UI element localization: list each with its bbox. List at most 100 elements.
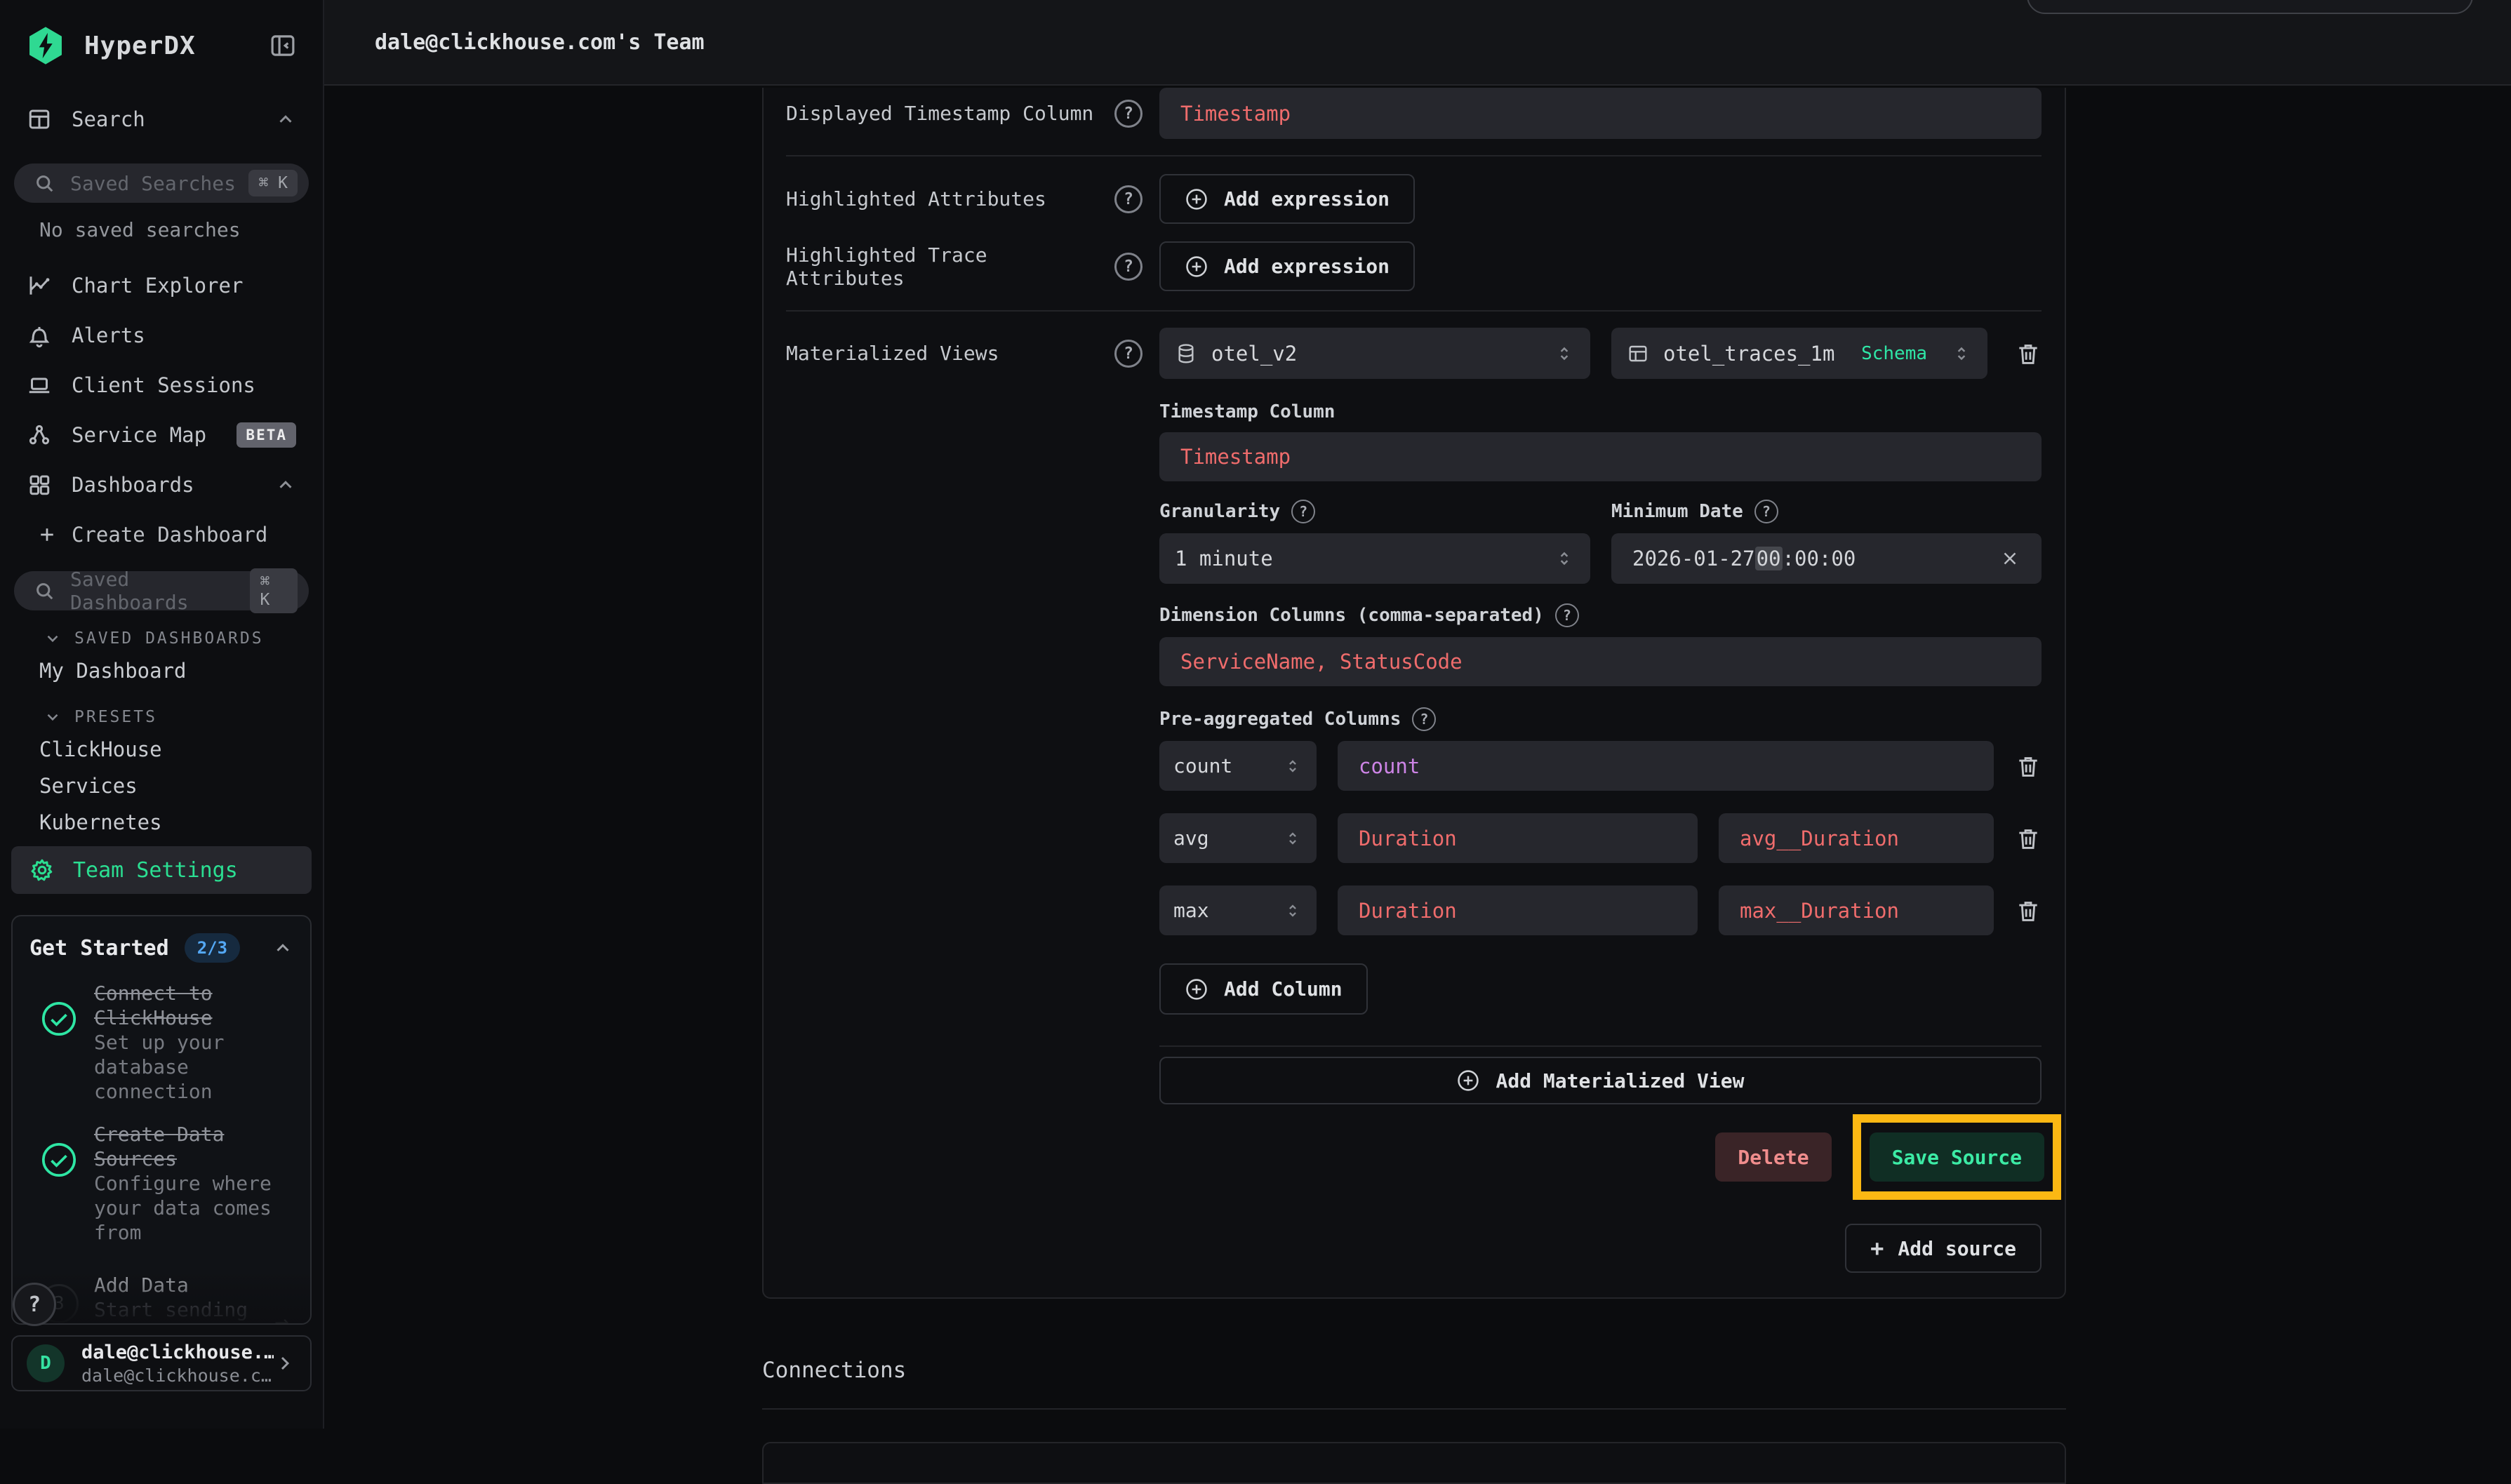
sidebar-item-label: Search: [72, 107, 145, 131]
group-presets[interactable]: PRESETS: [0, 703, 323, 731]
saved-searches-placeholder: Saved Searches: [70, 172, 236, 195]
materialized-view-config: Timestamp Column Timestamp Granularity 1…: [1159, 401, 2042, 1104]
minimum-date-input[interactable]: 2026-01-27 00:00:00: [1611, 533, 2042, 584]
sidebar-item-client-sessions[interactable]: Client Sessions: [0, 360, 323, 410]
collapse-sidebar-icon[interactable]: [268, 31, 298, 60]
help-button[interactable]: [13, 1283, 56, 1326]
main-area: dale@clickhouse.com's Team Displayed Tim…: [324, 0, 2511, 1429]
help-icon[interactable]: [1291, 500, 1315, 523]
circle-plus-icon: [1185, 255, 1208, 279]
task-description: Set up your database connection: [94, 1031, 224, 1103]
group-saved-dashboards[interactable]: SAVED DASHBOARDS: [0, 624, 323, 653]
delete-column-button[interactable]: [2015, 897, 2042, 924]
sidebar-item-alerts[interactable]: Alerts: [0, 310, 323, 360]
divider: [1159, 1045, 2042, 1047]
chevron-up-icon[interactable]: [275, 474, 296, 495]
displayed-timestamp-row: Displayed Timestamp Column Timestamp: [786, 88, 2042, 139]
plus-icon: +: [1870, 1235, 1884, 1262]
app-title: HyperDX: [84, 32, 196, 60]
add-column-button[interactable]: Add Column: [1159, 963, 1368, 1015]
sidebar-item-service-map[interactable]: Service Map BETA: [0, 410, 323, 460]
user-menu[interactable]: D dale@clickhouse.… dale@clickhouse.c…: [11, 1335, 312, 1391]
field-label: Highlighted Trace Attributes: [786, 243, 1114, 290]
aggregation-fn-select[interactable]: max: [1159, 885, 1317, 935]
search-page-icon: [27, 107, 52, 132]
gear-icon: [29, 857, 55, 883]
save-source-button[interactable]: Save Source: [1870, 1132, 2044, 1182]
connections-heading: Connections: [762, 1358, 2511, 1383]
plus-icon: [36, 524, 58, 545]
preagg-row-count: count count: [1159, 741, 2042, 791]
sidebar-item-chart-explorer[interactable]: Chart Explorer: [0, 260, 323, 310]
shortcut-badge: ⌘ K: [250, 568, 298, 613]
input-value: Timestamp: [1180, 445, 1291, 469]
get-started-item-add-data[interactable]: 3 Add Data Start sending logs, metrics, …: [29, 1273, 293, 1325]
chevron-updown-icon: [1554, 548, 1575, 569]
select-value: count: [1173, 754, 1232, 777]
sidebar: HyperDX Search Saved Searches ⌘ K No sav…: [0, 0, 324, 1429]
help-icon[interactable]: [1114, 253, 1143, 281]
delete-source-button[interactable]: Delete: [1715, 1132, 1831, 1182]
delete-materialized-view-button[interactable]: [2015, 340, 2042, 367]
aggregation-expression-input[interactable]: count: [1338, 741, 1994, 791]
clear-date-icon[interactable]: [1999, 548, 2020, 569]
sidebar-item-search[interactable]: Search: [0, 94, 323, 144]
saved-dashboards-input[interactable]: Saved Dashboards ⌘ K: [14, 571, 309, 610]
get-started-title: Get Started: [29, 936, 169, 961]
mv-timestamp-input[interactable]: Timestamp: [1159, 432, 2042, 481]
create-dashboard-label: Create Dashboard: [72, 523, 267, 547]
help-icon[interactable]: [1114, 185, 1143, 213]
aggregation-output-input[interactable]: max__Duration: [1719, 885, 1994, 935]
date-selected-segment: 00: [1755, 547, 1783, 570]
button-label: Add expression: [1224, 187, 1390, 210]
delete-column-button[interactable]: [2015, 825, 2042, 852]
help-icon[interactable]: [1114, 100, 1143, 128]
source-settings-panel: Displayed Timestamp Column Timestamp Hig…: [762, 88, 2066, 1299]
add-expression-button[interactable]: Add expression: [1159, 174, 1415, 224]
input-value: Timestamp: [1180, 102, 1291, 126]
aggregation-fn-select[interactable]: avg: [1159, 813, 1317, 863]
sidebar-item-my-dashboard[interactable]: My Dashboard: [0, 653, 323, 689]
chevron-updown-icon: [1283, 901, 1303, 921]
add-source-button[interactable]: + Add source: [1845, 1224, 2042, 1273]
get-started-item-sources[interactable]: Create Data Sources Configure where your…: [29, 1122, 293, 1245]
progress-badge: 2/3: [185, 933, 240, 963]
top-header: dale@clickhouse.com's Team: [324, 0, 2511, 86]
get-started-item-connect[interactable]: Connect to ClickHouse Set up your databa…: [29, 981, 293, 1104]
aggregation-expression-input[interactable]: Duration: [1338, 813, 1698, 863]
button-label: Add expression: [1224, 255, 1390, 278]
mv-database-select[interactable]: otel_v2: [1159, 328, 1590, 379]
granularity-select[interactable]: 1 minute: [1159, 533, 1590, 584]
dimension-columns-input[interactable]: ServiceName, StatusCode: [1159, 637, 2042, 686]
delete-column-button[interactable]: [2015, 753, 2042, 780]
mv-table-select[interactable]: otel_traces_1m Schema: [1611, 328, 1987, 379]
displayed-timestamp-input[interactable]: Timestamp: [1159, 88, 2042, 139]
create-dashboard-button[interactable]: Create Dashboard: [0, 509, 323, 559]
logo-row: HyperDX: [0, 0, 323, 83]
aggregation-output-input[interactable]: avg__Duration: [1719, 813, 1994, 863]
divider: [786, 155, 2042, 156]
sidebar-item-preset-services[interactable]: Services: [0, 768, 323, 804]
chevron-up-icon[interactable]: [275, 109, 296, 130]
help-icon[interactable]: [1754, 500, 1778, 523]
chevron-updown-icon: [1951, 343, 1972, 364]
chevron-up-icon[interactable]: [272, 937, 293, 958]
sidebar-item-dashboards[interactable]: Dashboards: [0, 460, 323, 509]
sidebar-item-team-settings[interactable]: Team Settings: [11, 846, 312, 894]
add-materialized-view-button[interactable]: Add Materialized View: [1159, 1057, 2042, 1104]
add-expression-button[interactable]: Add expression: [1159, 241, 1415, 291]
saved-searches-input[interactable]: Saved Searches ⌘ K: [14, 163, 309, 203]
help-icon[interactable]: [1412, 707, 1436, 731]
help-icon[interactable]: [1114, 340, 1143, 368]
help-icon[interactable]: [1555, 603, 1579, 627]
sidebar-item-preset-kubernetes[interactable]: Kubernetes: [0, 804, 323, 841]
aggregation-expression-input[interactable]: Duration: [1338, 885, 1698, 935]
schema-badge[interactable]: Schema: [1861, 343, 1927, 364]
sidebar-item-preset-clickhouse[interactable]: ClickHouse: [0, 731, 323, 768]
preagg-row-max: max Duration max__Duration: [1159, 885, 2042, 935]
bell-icon: [27, 323, 52, 348]
no-saved-searches-text: No saved searches: [39, 218, 323, 241]
aggregation-fn-select[interactable]: count: [1159, 741, 1317, 791]
field-label: Minimum Date: [1611, 501, 1743, 522]
materialized-views-row: Materialized Views otel_v2: [786, 328, 2042, 379]
